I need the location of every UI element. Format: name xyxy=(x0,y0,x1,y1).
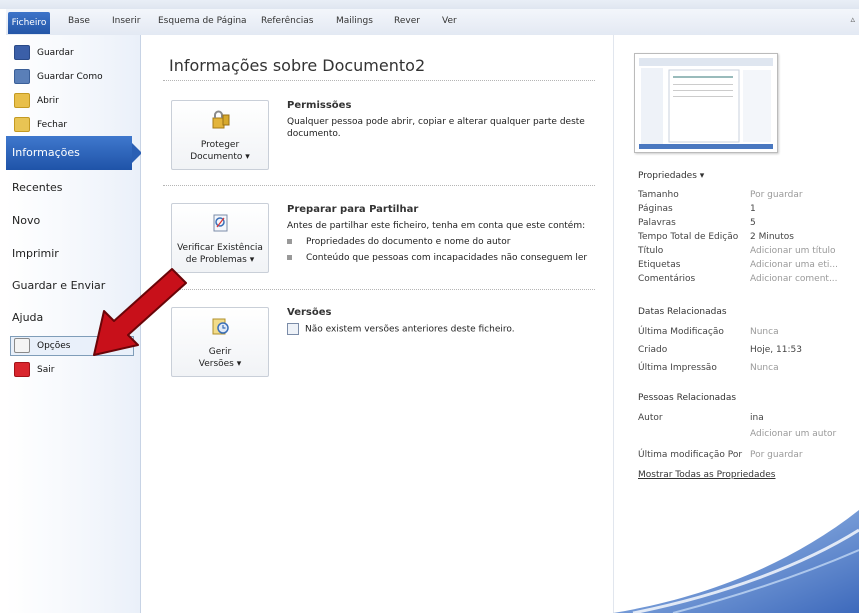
save-icon xyxy=(14,45,30,60)
versions-text-label: Não existem versões anteriores deste fic… xyxy=(305,324,515,335)
bullet-icon xyxy=(287,238,292,244)
prop-label: Etiquetas xyxy=(638,260,681,270)
prop-label: Tamanho xyxy=(638,190,679,200)
prop-label: Criado xyxy=(638,345,668,355)
sidebar-item-label: Guardar xyxy=(37,48,74,58)
prop-label: Última Modificação xyxy=(638,327,724,337)
add-author-field[interactable]: Adicionar um autor xyxy=(750,429,836,439)
ribbon-tab-bar: Ficheiro Base Inserir Esquema de Página … xyxy=(6,9,859,36)
sidebar-item-label: Guardar Como xyxy=(37,72,103,82)
comments-field[interactable]: Adicionar coment... xyxy=(750,274,838,284)
open-folder-icon xyxy=(14,93,30,108)
divider xyxy=(163,80,595,81)
sidebar-item-guardar[interactable]: Guardar xyxy=(14,43,74,63)
list-item-text: Propriedades do documento e nome do auto… xyxy=(306,237,511,247)
prop-value: Nunca xyxy=(750,327,779,337)
related-people-header: Pessoas Relacionadas xyxy=(638,393,737,403)
background-swoosh-decoration xyxy=(613,510,859,613)
sidebar-item-label: Abrir xyxy=(37,96,59,106)
versions-text: Não existem versões anteriores deste fic… xyxy=(287,323,607,336)
permissions-title: Permissões xyxy=(287,100,352,111)
related-dates-header: Datas Relacionadas xyxy=(638,307,727,317)
button-label-line2: Documento ▾ xyxy=(190,152,250,162)
document-history-icon xyxy=(287,323,299,335)
sidebar-item-ajuda[interactable]: Ajuda xyxy=(12,311,43,324)
sidebar-item-informacoes[interactable]: Informações xyxy=(6,136,142,170)
divider xyxy=(163,289,595,290)
list-item-text: Conteúdo que pessoas com incapacidades n… xyxy=(306,253,588,263)
tab-esquema-de-pagina[interactable]: Esquema de Página xyxy=(158,16,247,26)
prop-value: Nunca xyxy=(750,363,779,373)
prop-label: Palavras xyxy=(638,218,676,228)
options-icon xyxy=(14,338,30,353)
sidebar-item-imprimir[interactable]: Imprimir xyxy=(12,247,59,260)
lock-key-icon xyxy=(212,110,230,129)
tab-rever[interactable]: Rever xyxy=(394,16,420,26)
document-preview-image xyxy=(639,58,773,149)
list-item: Propriedades do documento e nome do auto… xyxy=(287,237,510,247)
prop-label: Tempo Total de Edição xyxy=(638,232,739,242)
prop-value: Por guardar xyxy=(750,190,803,200)
page-title: Informações sobre Documento2 xyxy=(169,56,426,75)
sidebar-item-guardar-como[interactable]: Guardar Como xyxy=(14,67,103,87)
prop-label: Páginas xyxy=(638,204,673,214)
protect-document-button[interactable]: Proteger Documento ▾ xyxy=(171,100,269,170)
sidebar-item-label: Fechar xyxy=(37,120,68,130)
prop-value: 5 xyxy=(750,218,756,228)
exit-icon xyxy=(14,362,30,377)
properties-header[interactable]: Propriedades ▾ xyxy=(638,171,704,181)
info-panel: Informações sobre Documento2 Proteger Do… xyxy=(141,35,613,613)
versions-icon xyxy=(212,318,229,335)
sidebar-item-novo[interactable]: Novo xyxy=(12,214,40,227)
prop-label: Título xyxy=(638,246,664,256)
sidebar-item-fechar[interactable]: Fechar xyxy=(14,115,67,135)
permissions-text: Qualquer pessoa pode abrir, copiar e alt… xyxy=(287,117,585,139)
tab-base[interactable]: Base xyxy=(68,16,90,26)
sidebar-item-opcoes[interactable]: Opções xyxy=(14,336,70,356)
minimize-ribbon-icon[interactable]: ▵ xyxy=(850,15,855,25)
close-folder-icon xyxy=(14,117,30,132)
red-arrow-annotation-icon xyxy=(93,268,187,356)
check-for-issues-button[interactable]: Verificar Existência de Problemas ▾ xyxy=(171,203,269,273)
list-item: Conteúdo que pessoas com incapacidades n… xyxy=(287,253,587,263)
prop-value: ina xyxy=(750,413,764,423)
prepare-share-text: Antes de partilhar este ficheiro, tenha … xyxy=(287,221,586,231)
tab-mailings[interactable]: Mailings xyxy=(336,16,373,26)
versions-title: Versões xyxy=(287,307,332,318)
button-label-line1: Proteger xyxy=(200,140,240,150)
tab-ver[interactable]: Ver xyxy=(442,16,457,26)
prop-value: 2 Minutos xyxy=(750,232,794,242)
sidebar-item-sair[interactable]: Sair xyxy=(14,360,54,380)
prop-label: Autor xyxy=(638,413,663,423)
bullet-icon xyxy=(287,254,292,260)
tags-field[interactable]: Adicionar uma eti... xyxy=(750,260,838,270)
title-bar xyxy=(0,0,859,9)
inspect-document-icon xyxy=(213,214,228,232)
document-thumbnail[interactable] xyxy=(634,53,778,153)
prop-label: Última Impressão xyxy=(638,363,717,373)
prop-label: Comentários xyxy=(638,274,696,284)
prop-value: Hoje, 11:53 xyxy=(750,345,802,355)
title-field[interactable]: Adicionar um título xyxy=(750,246,836,256)
sidebar-item-abrir[interactable]: Abrir xyxy=(14,91,59,111)
tab-inserir[interactable]: Inserir xyxy=(112,16,141,26)
sidebar-item-recentes[interactable]: Recentes xyxy=(12,181,63,194)
prop-value: 1 xyxy=(750,204,756,214)
prop-label: Última modificação Por xyxy=(638,450,743,460)
tab-referencias[interactable]: Referências xyxy=(261,16,314,26)
prop-value: Por guardar xyxy=(750,450,803,460)
sidebar-item-label: Sair xyxy=(37,365,55,375)
button-label-line1: Verificar Existência xyxy=(177,243,263,253)
tab-ficheiro[interactable]: Ficheiro xyxy=(8,12,50,34)
divider xyxy=(163,185,595,186)
sidebar-item-label: Opções xyxy=(37,341,71,351)
word-backstage-window: Ficheiro Base Inserir Esquema de Página … xyxy=(0,0,859,613)
save-as-icon xyxy=(14,69,30,84)
prepare-share-title: Preparar para Partilhar xyxy=(287,204,419,215)
